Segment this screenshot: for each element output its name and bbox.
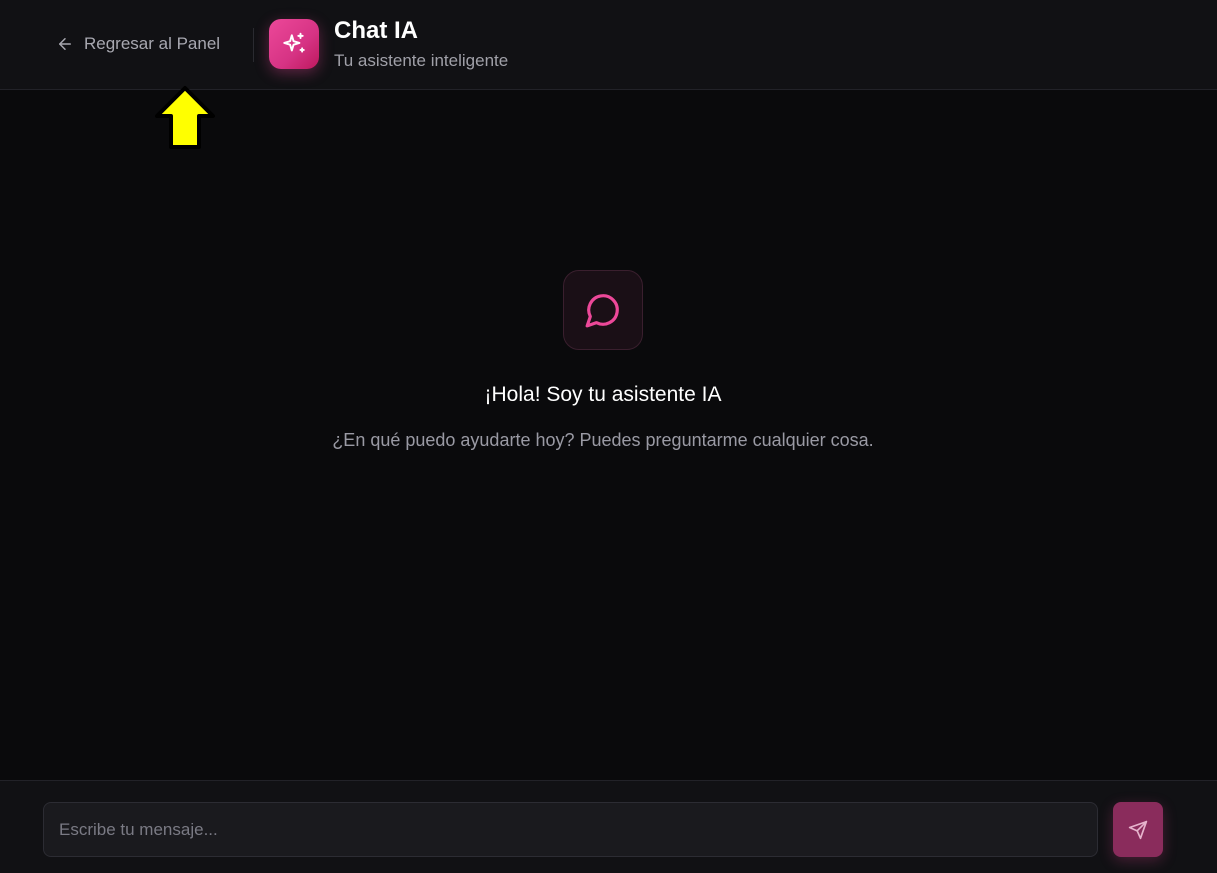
back-to-panel-button[interactable]: Regresar al Panel [56,31,220,57]
pointer-arrow-icon [155,86,215,149]
sparkles-icon [283,32,305,53]
send-icon [1128,820,1148,839]
message-circle-icon [585,294,619,328]
app-logo [269,19,319,69]
message-input[interactable] [43,802,1098,857]
arrow-left-icon [59,38,71,50]
header-divider [253,28,254,62]
chat-app: Regresar al Panel Chat IA Tu asistente i… [0,0,1217,873]
empty-state-icon-box [563,270,643,350]
welcome-text: ¿En qué puedo ayudarte hoy? Puedes pregu… [332,430,874,450]
welcome-title: ¡Hola! Soy tu asistente IA [484,383,722,406]
page-title: Chat IA [334,17,418,44]
composer-bar [0,780,1217,873]
send-button[interactable] [1113,802,1163,857]
back-label: Regresar al Panel [84,34,221,53]
header: Regresar al Panel Chat IA Tu asistente i… [0,0,1217,90]
page-subtitle: Tu asistente inteligente [334,51,509,70]
